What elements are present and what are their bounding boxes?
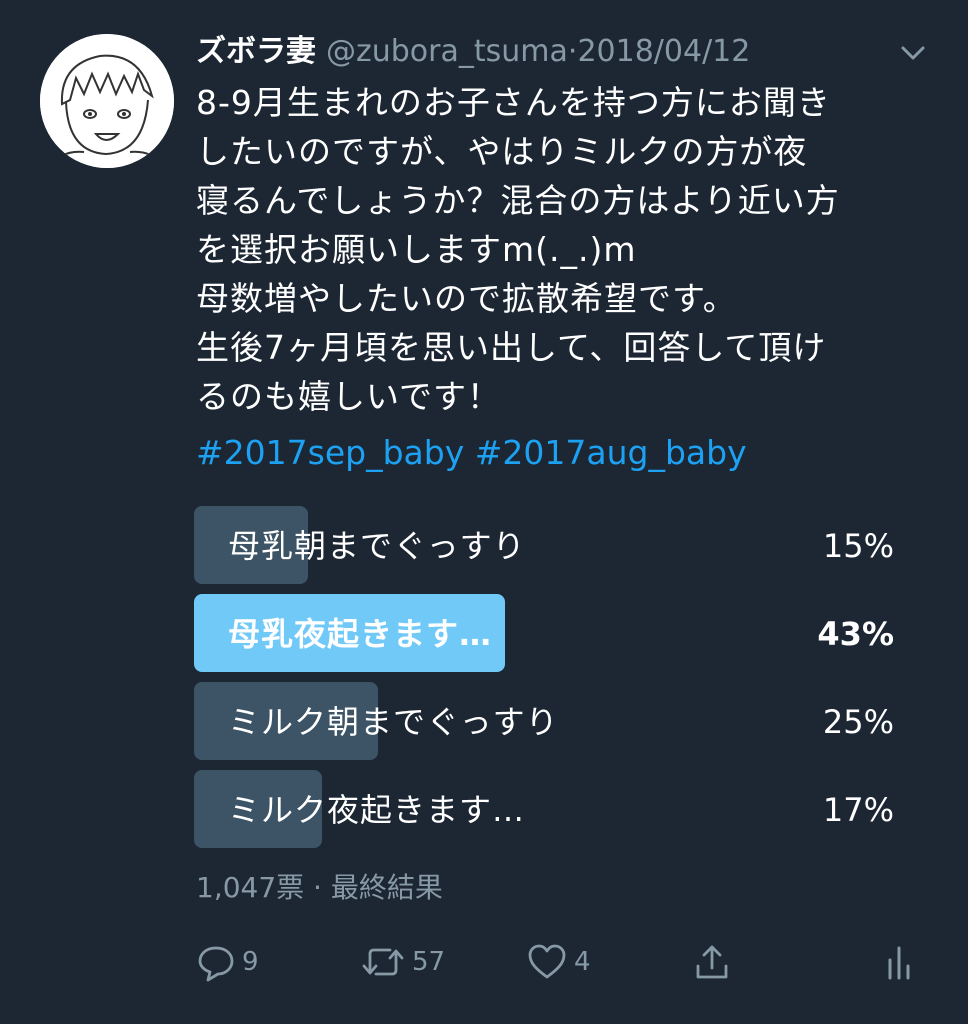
retweet-icon [360,942,406,982]
tweet-text-line: を選択お願いしますm(._.)m [196,230,637,269]
tweet-header: ズボラ妻 @zubora_tsuma·2018/04/12 [196,28,896,76]
retweet-button[interactable]: 57 [360,936,445,988]
separator: · [567,34,578,69]
analytics-icon [884,942,914,982]
like-icon [526,942,568,982]
tweet-date[interactable]: 2018/04/12 [577,34,750,69]
poll-option: 母乳夜起きます… 43% [194,594,898,674]
tweet-text-line: 寝るんでしょうか？混合の方はより近い方 [196,181,840,220]
poll-option-percent: 15% [822,527,894,565]
hashtag-link[interactable]: #2017sep_baby [196,433,464,472]
reply-icon [196,942,236,982]
share-icon [692,942,732,982]
tweet-text-line: 8-9月生まれのお子さんを持つ方にお聞き [196,83,831,122]
reply-count: 9 [242,947,259,977]
poll-meta: 1,047票 · 最終結果 [196,871,443,904]
like-button[interactable]: 4 [526,936,591,988]
tweet: ズボラ妻 @zubora_tsuma·2018/04/12 8-9月生まれのお子さ… [0,0,968,1024]
poll-option: ミルク朝までぐっすり 25% [194,682,898,762]
analytics-button[interactable] [884,936,914,988]
tweet-text-line: 生後7ヶ月頃を思い出して、回答して頂け [196,328,827,367]
avatar[interactable] [40,34,174,168]
reply-button[interactable]: 9 [196,936,259,988]
poll-option-percent: 17% [822,791,894,829]
chevron-down-icon[interactable] [896,38,930,68]
share-button[interactable] [692,936,732,988]
tweet-actions: 9 57 4 [196,936,926,988]
poll-option-percent: 43% [817,615,894,653]
poll: 母乳朝までぐっすり 15% 母乳夜起きます… 43% ミルク朝までぐっすり 25… [194,506,898,858]
hashtag-link[interactable]: #2017aug_baby [475,433,747,472]
poll-option-label: 母乳朝までぐっすり [228,527,526,565]
user-handle[interactable]: @zubora_tsuma [326,34,568,69]
tweet-text-line: 母数増やしたいので拡散希望です。 [196,279,737,318]
tweet-text-line: したいのですが、やはりミルクの方が夜 [196,132,808,171]
tweet-text-line: るのも嬉しいです！ [196,377,502,416]
display-name[interactable]: ズボラ妻 [196,34,316,69]
poll-option-percent: 25% [822,703,894,741]
poll-option: ミルク夜起きます… 17% [194,770,898,850]
tweet-text: 8-9月生まれのお子さんを持つ方にお聞き したいのですが、やはりミルクの方が夜 … [196,78,936,421]
poll-option: 母乳朝までぐっすり 15% [194,506,898,586]
like-count: 4 [574,947,591,977]
hashtags: #2017sep_baby #2017aug_baby [196,428,747,477]
avatar-illustration [40,34,174,168]
poll-option-label: ミルク朝までぐっすり [228,703,559,741]
poll-option-label: ミルク夜起きます… [228,791,526,829]
poll-option-label: 母乳夜起きます… [228,615,493,653]
retweet-count: 57 [412,947,446,977]
